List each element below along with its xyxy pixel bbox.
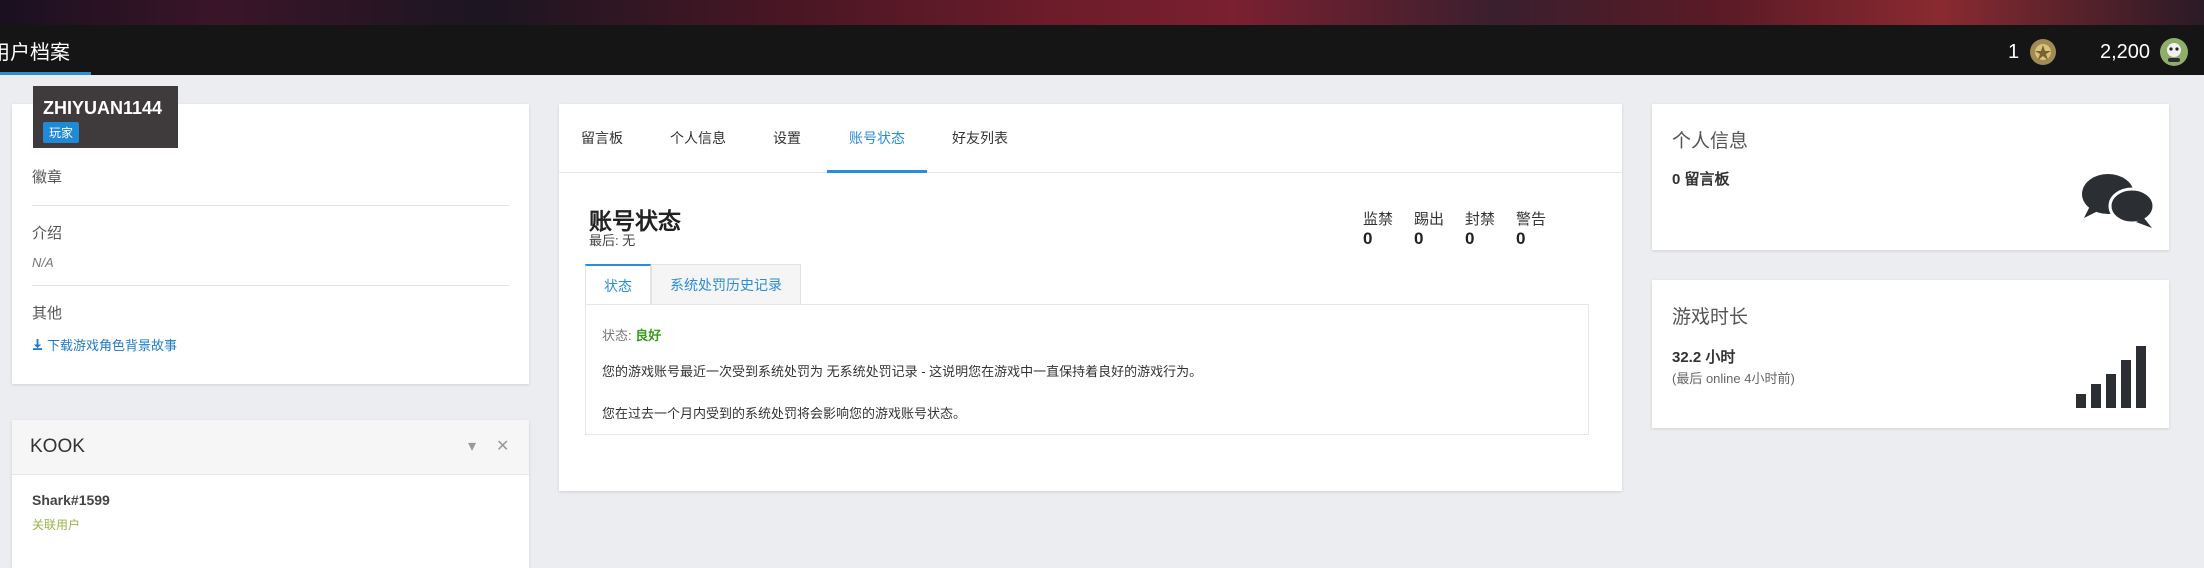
tab-personal-info[interactable]: 个人信息 (670, 128, 726, 173)
collapse-icon[interactable]: ▾ (468, 436, 476, 456)
counter-value: 0 (1363, 229, 1373, 248)
playtime-value: 32.2 小时 (1672, 349, 1736, 366)
counter-jail: 监禁 0 (1363, 208, 1414, 249)
header-banner (0, 0, 2204, 25)
linked-user-label: 关联用户 (32, 518, 81, 532)
other-section: 其他 下载游戏角色背景故事 (32, 302, 509, 354)
status-subtabs: 状态 系统处罚历史记录 (585, 264, 801, 305)
counter-label: 警告 (1516, 211, 1547, 228)
counter-label: 封禁 (1465, 211, 1496, 228)
badges-label: 徽章 (32, 169, 63, 186)
intro-section: 介绍 N/A (32, 222, 509, 270)
download-label: 下载游戏角色背景故事 (47, 338, 178, 353)
intro-value: N/A (32, 255, 54, 270)
kook-account: Shark#1599 (32, 492, 110, 508)
top-navbar: 用户档案 1 2,200 (0, 25, 2204, 75)
personal-info-card: 个人信息 0 留言板 (1652, 104, 2169, 250)
coin-avatar-icon (2158, 36, 2190, 68)
download-icon (32, 339, 43, 350)
rank-badge-icon (2027, 36, 2059, 68)
kook-card: KOOK ▾ ✕ Shark#1599 关联用户 (12, 420, 529, 568)
counter-warning: 警告 0 (1516, 208, 1567, 249)
tab-settings[interactable]: 设置 (773, 128, 801, 173)
tab-guestbook[interactable]: 留言板 (581, 128, 623, 173)
counter-value: 0 (1414, 229, 1424, 248)
last-online: (最后 online 4小时前) (1672, 371, 1795, 386)
title-underline (0, 72, 91, 75)
profile-tabs: 留言板 个人信息 设置 账号状态 好友列表 (559, 104, 1622, 173)
punishment-counters: 监禁 0 踢出 0 封禁 0 警告 0 (1363, 208, 1567, 249)
counter-label: 踢出 (1414, 211, 1445, 228)
role-badge: 玩家 (43, 122, 80, 143)
rank-count: 1 (2008, 40, 2020, 63)
status-panel: 状态: 良好 您的游戏账号最近一次受到系统处罚为 无系统处罚记录 - 这说明您在… (585, 304, 1589, 435)
username: ZHIYUAN1144 (43, 98, 163, 118)
divider (32, 205, 509, 206)
kook-title: KOOK (30, 436, 85, 457)
counter-value: 0 (1465, 229, 1475, 248)
kook-header: KOOK ▾ ✕ (12, 420, 529, 475)
account-status-card: 留言板 个人信息 设置 账号状态 好友列表 账号状态 最后: 无 监禁 0 踢出… (559, 104, 1622, 491)
counter-kick: 踢出 0 (1414, 208, 1465, 249)
rank-stat[interactable]: 1 (2008, 36, 2059, 68)
counter-value: 0 (1516, 229, 1526, 248)
status-description: 您的游戏账号最近一次受到系统处罚为 无系统处罚记录 - 这说明您在游戏中一直保持… (602, 364, 1203, 379)
other-label: 其他 (32, 305, 63, 322)
comments-icon (2080, 170, 2156, 235)
playtime-title: 游戏时长 (1672, 307, 1749, 328)
subtab-status[interactable]: 状态 (585, 264, 651, 305)
status-label: 状态: (602, 328, 632, 343)
divider (32, 285, 509, 286)
badges-section: 徽章 (32, 166, 509, 187)
username-box: ZHIYUAN1144 玩家 (33, 86, 178, 148)
personal-info-title: 个人信息 (1672, 131, 1749, 152)
page-title[interactable]: 用户档案 (0, 36, 70, 65)
guestbook-count: 0 留言板 (1672, 171, 1730, 188)
download-backstory-link[interactable]: 下载游戏角色背景故事 (32, 335, 509, 354)
points-value: 2,200 (2100, 40, 2151, 63)
intro-label: 介绍 (32, 225, 63, 242)
tab-account-status[interactable]: 账号状态 (827, 128, 927, 173)
status-value: 良好 (635, 328, 662, 343)
points-stat[interactable]: 2,200 (2100, 36, 2190, 68)
close-icon[interactable]: ✕ (496, 436, 509, 456)
last-punishment: 最后: 无 (589, 233, 636, 248)
playtime-card: 游戏时长 32.2 小时 (最后 online 4小时前) (1652, 280, 2169, 428)
subtab-punishment-history[interactable]: 系统处罚历史记录 (651, 264, 801, 305)
counter-label: 监禁 (1363, 211, 1394, 228)
signal-bars-icon (2074, 346, 2150, 415)
tab-friends[interactable]: 好友列表 (952, 128, 1008, 173)
counter-ban: 封禁 0 (1465, 208, 1516, 249)
status-line: 状态: 良好 (602, 325, 661, 344)
status-note: 您在过去一个月内受到的系统处罚将会影响您的游戏账号状态。 (602, 406, 967, 421)
profile-card: ZHIYUAN1144 玩家 徽章 介绍 N/A 其他 下载游戏角色背景故事 (12, 86, 529, 384)
